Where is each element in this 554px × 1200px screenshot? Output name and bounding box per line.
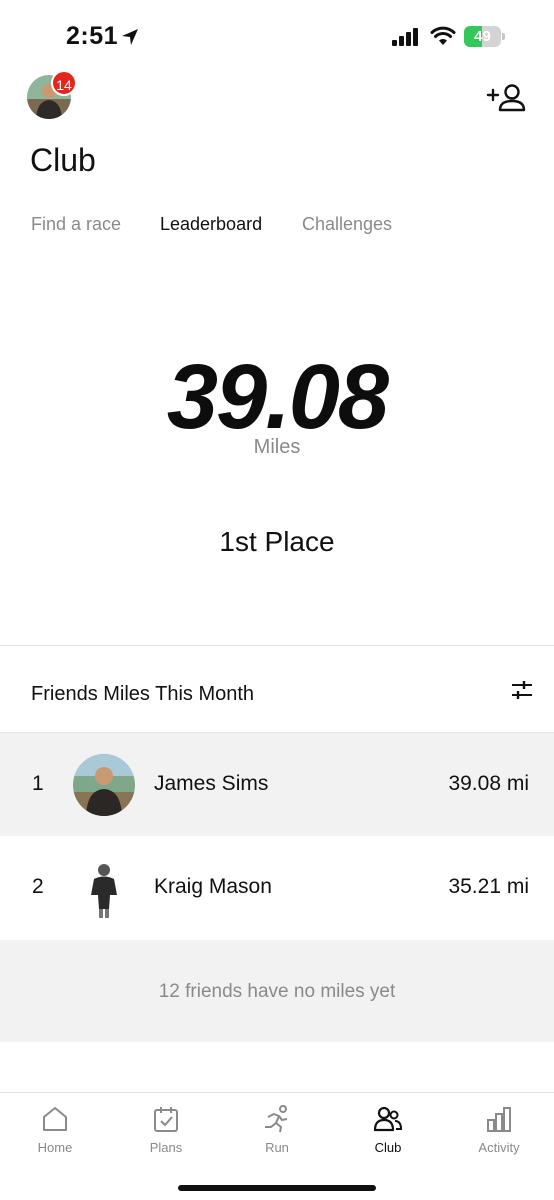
home-indicator [178,1185,376,1191]
nav-plans[interactable]: Plans [111,1093,221,1163]
nav-label: Club [374,1140,402,1155]
rank: 2 [32,875,44,898]
battery-icon: 49 [464,26,506,47]
runner-icon [265,1105,288,1133]
nav-label: Plans [149,1140,183,1155]
nav-label: Run [265,1140,289,1155]
tab-bar: Find a race Leaderboard Challenges [0,214,554,240]
tab-leaderboard[interactable]: Leaderboard [160,214,262,235]
notification-badge: 14 [51,70,77,96]
tab-challenges[interactable]: Challenges [302,214,392,235]
total-miles-unit: Miles [253,436,301,458]
divider [0,645,554,646]
add-friend-icon[interactable] [486,82,526,114]
calendar-check-icon [154,1107,178,1132]
page-title: Club [30,142,96,178]
battery-level: 49 [474,28,491,45]
profile-avatar-button[interactable]: 14 [27,70,77,119]
leaderboard-place: 1st Place [219,526,335,557]
tab-find-a-race[interactable]: Find a race [31,214,121,235]
people-icon [374,1106,402,1132]
rank: 1 [32,772,44,795]
signal-icon [392,28,418,46]
location-arrow-icon [122,29,138,45]
status-time: 2:51 [66,22,119,50]
nav-activity[interactable]: Activity [444,1093,554,1163]
nav-club[interactable]: Club [333,1093,443,1163]
no-miles-text: 12 friends have no miles yet [158,981,396,1002]
nav-label: Home [37,1140,73,1155]
friend-name: James Sims [154,772,269,795]
nav-home[interactable]: Home [0,1093,110,1163]
avatar [73,857,135,919]
friend-name: Kraig Mason [154,875,272,898]
total-miles-value: 39.08 [166,346,389,448]
no-miles-section: 12 friends have no miles yet [0,940,554,1042]
avatar [73,754,135,816]
home-icon [43,1107,67,1131]
leaderboard-row[interactable]: 1 James Sims 39.08 mi [0,733,554,836]
leaderboard-row[interactable]: 2 Kraig Mason 35.21 mi [0,836,554,939]
bottom-nav: Home Plans Run Club Activity [0,1092,554,1200]
friend-miles: 39.08 mi [448,772,529,795]
section-title: Friends Miles This Month [31,683,255,705]
sliders-icon[interactable] [508,678,536,702]
bar-chart-icon [487,1107,511,1132]
nav-run[interactable]: Run [222,1093,332,1163]
wifi-icon [430,26,456,45]
status-bar: 2:51 49 [0,0,554,74]
friend-miles: 35.21 mi [448,875,529,898]
nav-label: Activity [478,1140,520,1155]
